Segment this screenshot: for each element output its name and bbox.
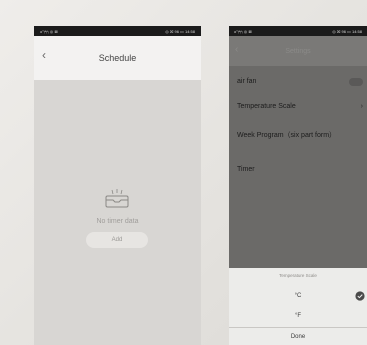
settings-item-label: air fan xyxy=(237,78,257,85)
sheet-title: Temperature Scale xyxy=(279,273,317,278)
page-title: Schedule xyxy=(98,53,137,63)
chevron-right-icon: › xyxy=(360,103,363,110)
back-icon[interactable]: ‹ xyxy=(42,48,54,62)
status-right: ◎ ☒ 96 ▭ 14:58 xyxy=(165,28,195,34)
settings-item-label: Week Program（six part form） xyxy=(237,132,337,139)
air-fan-toggle[interactable] xyxy=(349,78,363,86)
add-button[interactable]: Add xyxy=(86,232,148,248)
done-button[interactable]: Done xyxy=(229,334,367,340)
schedule-header: ‹ Schedule xyxy=(34,36,201,80)
settings-item-week-program[interactable]: Week Program（six part form） xyxy=(237,130,365,140)
settings-item-timer[interactable]: Timer xyxy=(237,166,365,173)
back-icon[interactable]: ‹ xyxy=(235,44,245,56)
check-icon xyxy=(355,291,365,301)
settings-item-air-fan[interactable]: air fan xyxy=(237,78,365,86)
schedule-screen: o°ᵢᵃᵢⁿᵢ ◎ ⊠ ◎ ☒ 96 ▭ 14:58 ‹ Schedule No… xyxy=(34,26,201,345)
option-fahrenheit[interactable]: °F xyxy=(229,313,367,319)
sheet-divider xyxy=(229,327,367,328)
schedule-body: No timer data Add xyxy=(34,80,201,345)
settings-item-temperature-scale[interactable]: Temperature Scale › xyxy=(237,103,365,110)
settings-list: air fan Temperature Scale › Week Program… xyxy=(229,66,367,298)
settings-screen: o°ᵢᵃᵢⁿᵢ ◎ ⊠ ◎ ☒ 96 ▭ 14:58 ‹ Settings ai… xyxy=(229,26,367,345)
temperature-scale-sheet: Temperature Scale °C °F Done xyxy=(229,268,367,345)
status-left: o°ᵢᵃᵢⁿᵢ ◎ ⊠ xyxy=(234,28,252,34)
empty-box-icon xyxy=(105,189,129,208)
option-celsius[interactable]: °C xyxy=(229,293,367,299)
status-bar: o°ᵢᵃᵢⁿᵢ ◎ ⊠ ◎ ☒ 96 ▭ 14:58 xyxy=(229,26,367,36)
status-bar: o°ᵢᵃᵢⁿᵢ ◎ ⊠ ◎ ☒ 96 ▭ 14:58 xyxy=(34,26,201,36)
status-right: ◎ ☒ 96 ▭ 14:58 xyxy=(332,28,362,34)
status-left: o°ᵢᵃᵢⁿᵢ ◎ ⊠ xyxy=(40,28,58,34)
empty-state-text: No timer data xyxy=(96,218,139,225)
settings-header: ‹ Settings xyxy=(229,36,367,66)
settings-item-label: Temperature Scale xyxy=(237,103,296,110)
page-title: Settings xyxy=(285,47,311,55)
settings-item-label: Timer xyxy=(237,166,255,173)
